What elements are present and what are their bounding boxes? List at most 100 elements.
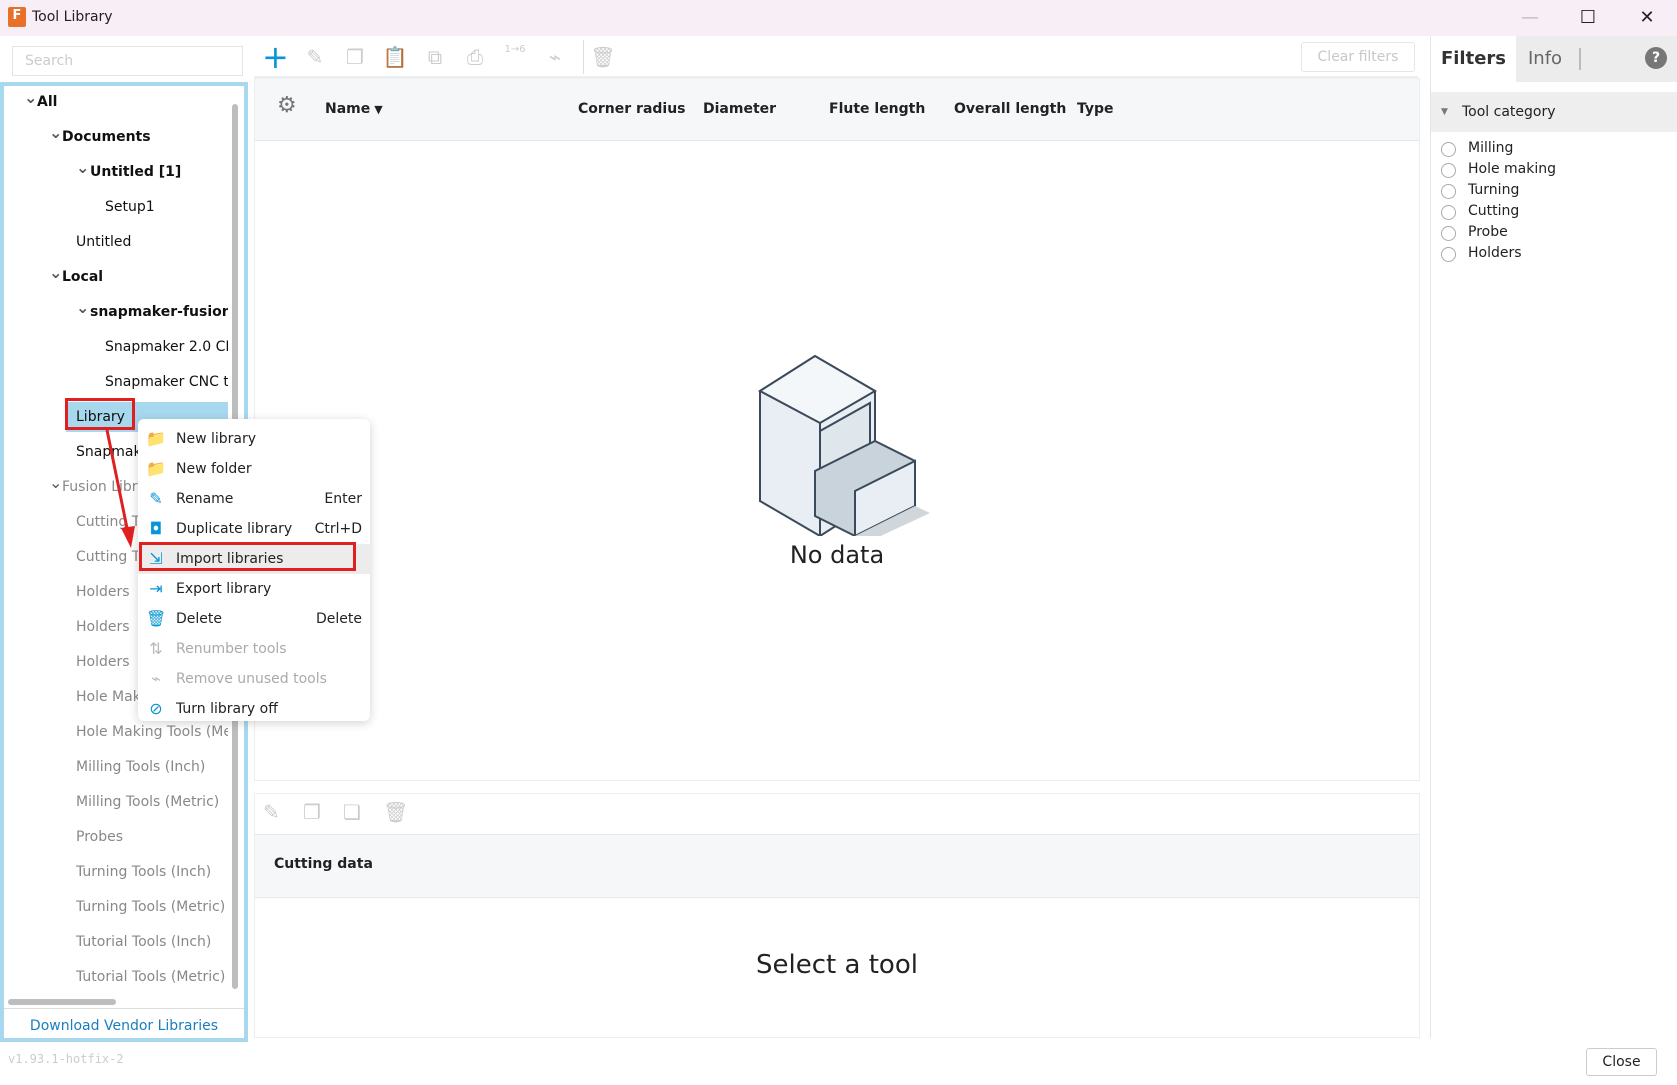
category-radio[interactable] (1441, 226, 1456, 241)
column-header[interactable]: Type (1077, 101, 1114, 117)
empty-cabinet-icon (758, 354, 930, 536)
cutting-data-title: Cutting data (274, 856, 373, 872)
tree-item[interactable]: Setup1 (4, 192, 228, 222)
select-tool-label: Select a tool (756, 950, 918, 980)
menu-item-new-folder[interactable]: 📁 New folder (138, 454, 370, 484)
category-label: Probe (1468, 224, 1508, 240)
tree-item-label: Untitled (76, 234, 132, 250)
panel-tabs: Filters Info ? (1431, 36, 1677, 82)
category-radio[interactable] (1441, 205, 1456, 220)
cutting-data-header: Cutting data (255, 834, 1419, 898)
close-window-button[interactable]: ✕ (1627, 4, 1667, 32)
category-label: Turning (1468, 182, 1520, 198)
column-header[interactable]: Corner radius (578, 101, 686, 117)
menu-item-new-library[interactable]: 📁 New library (138, 424, 370, 454)
add-icon[interactable]: + (262, 41, 289, 73)
chevron-down-icon[interactable]: ⌄ (76, 293, 89, 323)
category-radio[interactable] (1441, 163, 1456, 178)
tree-item[interactable]: Turning Tools (Metric) (4, 892, 228, 922)
renumber-icon[interactable]: 1→6 (502, 44, 528, 70)
version-label: v1.93.1-hotfix-2 (8, 1052, 124, 1066)
menu-item-remove-unused-tools: ⌁ Remove unused tools (138, 664, 370, 694)
collapse-triangle-icon: ▼ (1441, 107, 1448, 117)
tab-filters[interactable]: Filters (1431, 36, 1516, 82)
tree-item[interactable]: Tutorial Tools (Metric) (4, 962, 228, 992)
menu-item-label: Rename (176, 491, 234, 507)
table-header: ⚙ Name ▼ Corner radius Diameter Flute length… (255, 79, 1419, 141)
menu-item-export-library[interactable]: ⇥ Export library (138, 574, 370, 604)
menu-item-shortcut: Ctrl+D (314, 521, 362, 537)
delete-icon[interactable]: 🗑 (590, 44, 616, 70)
menu-item-delete[interactable]: 🗑 Delete Delete (138, 604, 370, 634)
menu-item-rename[interactable]: ✎ Rename Enter (138, 484, 370, 514)
category-radio[interactable] (1441, 247, 1456, 262)
search-input[interactable]: Search (12, 46, 243, 76)
copy-icon[interactable]: ❐ (342, 44, 368, 70)
menu-item-renumber-tools: ⇅ Renumber tools (138, 634, 370, 664)
chevron-down-icon[interactable]: ⌄ (49, 258, 62, 288)
tree-item[interactable]: Turning Tools (Inch) (4, 857, 228, 887)
column-label: Overall length (954, 101, 1067, 117)
app-logo-icon: F (8, 7, 26, 27)
delete-icon[interactable]: 🗑 (383, 800, 408, 824)
tree-item-label: Local (62, 269, 104, 285)
tree-item[interactable]: Tutorial Tools (Inch) (4, 927, 228, 957)
tree-item[interactable]: ⌄ Documents (4, 122, 228, 152)
tree-item[interactable]: ⌄ snapmaker-fusion3 (4, 297, 228, 327)
column-header[interactable]: Flute length (829, 101, 925, 117)
horizontal-scrollbar[interactable] (8, 999, 116, 1005)
close-button[interactable]: Close (1586, 1048, 1657, 1076)
category-radio[interactable] (1441, 142, 1456, 157)
column-header[interactable]: Name ▼ (325, 101, 383, 117)
annotation-box-import (139, 542, 356, 571)
tree-item[interactable]: Probes (4, 822, 228, 852)
column-label: Corner radius (578, 101, 686, 117)
tree-item[interactable]: Untitled (4, 227, 228, 257)
menu-item-label: New library (176, 431, 257, 447)
copy-icon[interactable]: ❐ (303, 800, 321, 824)
column-header[interactable]: Diameter (703, 101, 776, 117)
download-vendor-libraries-link[interactable]: Download Vendor Libraries (4, 1008, 244, 1038)
new-folder-icon: 📁 (146, 459, 166, 478)
column-label: Type (1077, 101, 1114, 117)
category-label: Holders (1468, 245, 1522, 261)
tree-item[interactable]: Snapmaker CNC tools (4, 367, 228, 397)
chevron-down-icon[interactable]: ⌄ (76, 153, 89, 183)
tree-item-label: All (37, 94, 58, 110)
print-icon[interactable]: ⎙ (462, 44, 488, 70)
paste-icon[interactable]: ❏ (343, 800, 361, 824)
edit-icon[interactable]: ✎ (263, 800, 280, 824)
tree-item[interactable]: ⌄ All (4, 87, 228, 117)
chevron-down-icon[interactable]: ⌄ (24, 86, 37, 113)
column-header[interactable]: Overall length (954, 101, 1066, 117)
cleanup-icon[interactable]: ⌁ (542, 44, 568, 70)
gear-icon[interactable]: ⚙ (277, 93, 297, 118)
tree-item-label: Untitled [1] (90, 164, 182, 180)
category-radio[interactable] (1441, 184, 1456, 199)
menu-item-turn-library-off[interactable]: ⊘ Turn library off (138, 694, 370, 724)
paste-icon[interactable]: 📋 (382, 44, 408, 70)
annotation-arrow (105, 429, 135, 548)
tree-item[interactable]: Snapmaker 2.0 CNC (4, 332, 228, 362)
duplicate-icon[interactable]: ⧉ (422, 44, 448, 70)
tree-item-label: Turning Tools (Inch) (76, 864, 212, 880)
clear-filters-button[interactable]: Clear filters (1301, 42, 1415, 72)
edit-icon[interactable]: ✎ (302, 44, 328, 70)
window-title: Tool Library (32, 9, 113, 25)
minimize-button[interactable]: — (1510, 4, 1550, 32)
trash-icon: 🗑 (146, 609, 167, 628)
chevron-down-icon[interactable]: ⌄ (49, 468, 62, 498)
tree-item-label: Milling Tools (Inch) (76, 759, 206, 775)
tree-item[interactable]: ⌄ Untitled [1] (4, 157, 228, 187)
tree-item[interactable]: Milling Tools (Inch) (4, 752, 228, 782)
maximize-button[interactable]: ☐ (1568, 4, 1608, 32)
tool-category-header[interactable]: ▼ Tool category (1431, 92, 1677, 132)
column-label: Flute length (829, 101, 926, 117)
menu-item-duplicate-library[interactable]: ◘ Duplicate library Ctrl+D (138, 514, 370, 544)
tab-info[interactable]: Info (1528, 36, 1562, 82)
tree-item[interactable]: Milling Tools (Metric) (4, 787, 228, 817)
chevron-down-icon[interactable]: ⌄ (49, 118, 62, 148)
help-icon[interactable]: ? (1645, 47, 1667, 69)
sort-chevron-icon: ▼ (374, 103, 383, 116)
tree-item[interactable]: ⌄ Local (4, 262, 228, 292)
